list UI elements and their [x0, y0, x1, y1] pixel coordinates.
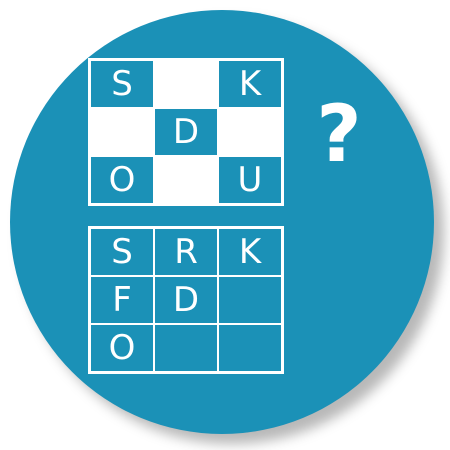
top-grid-cell-7: O [90, 156, 154, 204]
bottom-grid-cell-4: F [90, 276, 154, 324]
question-mark: ? [316, 90, 362, 180]
top-grid-cell-3: K [218, 60, 282, 108]
top-grid-cell-6 [218, 108, 282, 156]
top-grid-cell-9: U [218, 156, 282, 204]
bottom-grid-cell-7: O [90, 324, 154, 372]
top-grid-cell-1: S [90, 60, 154, 108]
top-letter-grid: S K D O U [88, 58, 284, 206]
bottom-letter-grid: S R K F D O [88, 226, 284, 374]
top-grid-cell-5: D [154, 108, 218, 156]
bottom-grid-cell-3: K [218, 228, 282, 276]
top-grid-cell-4 [90, 108, 154, 156]
bottom-grid-cell-8 [154, 324, 218, 372]
bottom-grid-cell-2: R [154, 228, 218, 276]
bottom-grid-cell-1: S [90, 228, 154, 276]
top-grid-cell-2 [154, 60, 218, 108]
bottom-grid-cell-6 [218, 276, 282, 324]
puzzle-illustration: S K D O U ? S R K F D O [0, 0, 450, 450]
bottom-grid-cell-9 [218, 324, 282, 372]
top-grid-cell-8 [154, 156, 218, 204]
bottom-grid-cell-5: D [154, 276, 218, 324]
